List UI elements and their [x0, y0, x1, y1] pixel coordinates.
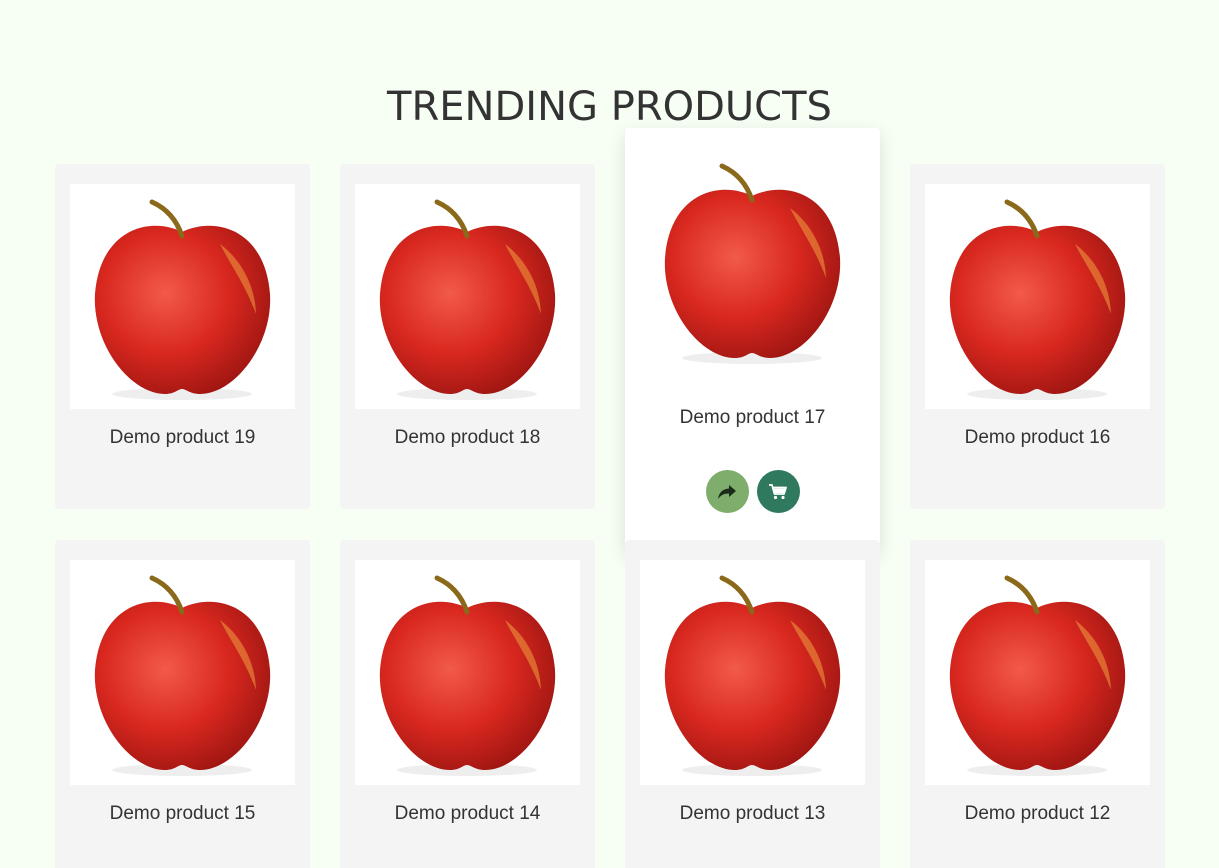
product-image[interactable]: [925, 184, 1150, 409]
cart-icon: [769, 483, 787, 499]
product-image[interactable]: [640, 560, 865, 785]
product-card[interactable]: Demo product 15: [55, 540, 310, 868]
product-name[interactable]: Demo product 12: [910, 802, 1165, 826]
apple-icon: [949, 199, 1126, 400]
page: TRENDING PRODUCTS Demo product 19 Demo p…: [0, 0, 1219, 868]
section-title: TRENDING PRODUCTS: [387, 84, 832, 130]
product-image[interactable]: [640, 148, 865, 373]
apple-icon: [94, 199, 271, 400]
product-image[interactable]: [70, 560, 295, 785]
product-card[interactable]: Demo product 16: [910, 164, 1165, 509]
product-card-hovered[interactable]: Demo product 17: [625, 128, 880, 552]
add-to-cart-button[interactable]: [756, 470, 800, 513]
share-button[interactable]: [705, 470, 749, 513]
share-arrow-icon: [718, 484, 736, 499]
apple-icon: [379, 575, 556, 776]
product-card[interactable]: Demo product 18: [340, 164, 595, 509]
product-name[interactable]: Demo product 13: [625, 802, 880, 826]
apple-icon: [94, 575, 271, 776]
product-image[interactable]: [70, 184, 295, 409]
product-name[interactable]: Demo product 18: [340, 426, 595, 450]
product-actions: [625, 470, 880, 513]
product-card[interactable]: Demo product 12: [910, 540, 1165, 868]
apple-icon: [664, 163, 841, 364]
apple-icon: [664, 575, 841, 776]
apple-icon: [949, 575, 1126, 776]
product-card[interactable]: Demo product 14: [340, 540, 595, 868]
product-image[interactable]: [355, 560, 580, 785]
product-image[interactable]: [925, 560, 1150, 785]
product-card[interactable]: Demo product 13: [625, 540, 880, 868]
product-name[interactable]: Demo product 17: [625, 406, 880, 430]
product-name[interactable]: Demo product 19: [55, 426, 310, 450]
product-name[interactable]: Demo product 14: [340, 802, 595, 826]
product-name[interactable]: Demo product 16: [910, 426, 1165, 450]
product-name[interactable]: Demo product 15: [55, 802, 310, 826]
product-card[interactable]: Demo product 19: [55, 164, 310, 509]
apple-icon: [379, 199, 556, 400]
product-image[interactable]: [355, 184, 580, 409]
